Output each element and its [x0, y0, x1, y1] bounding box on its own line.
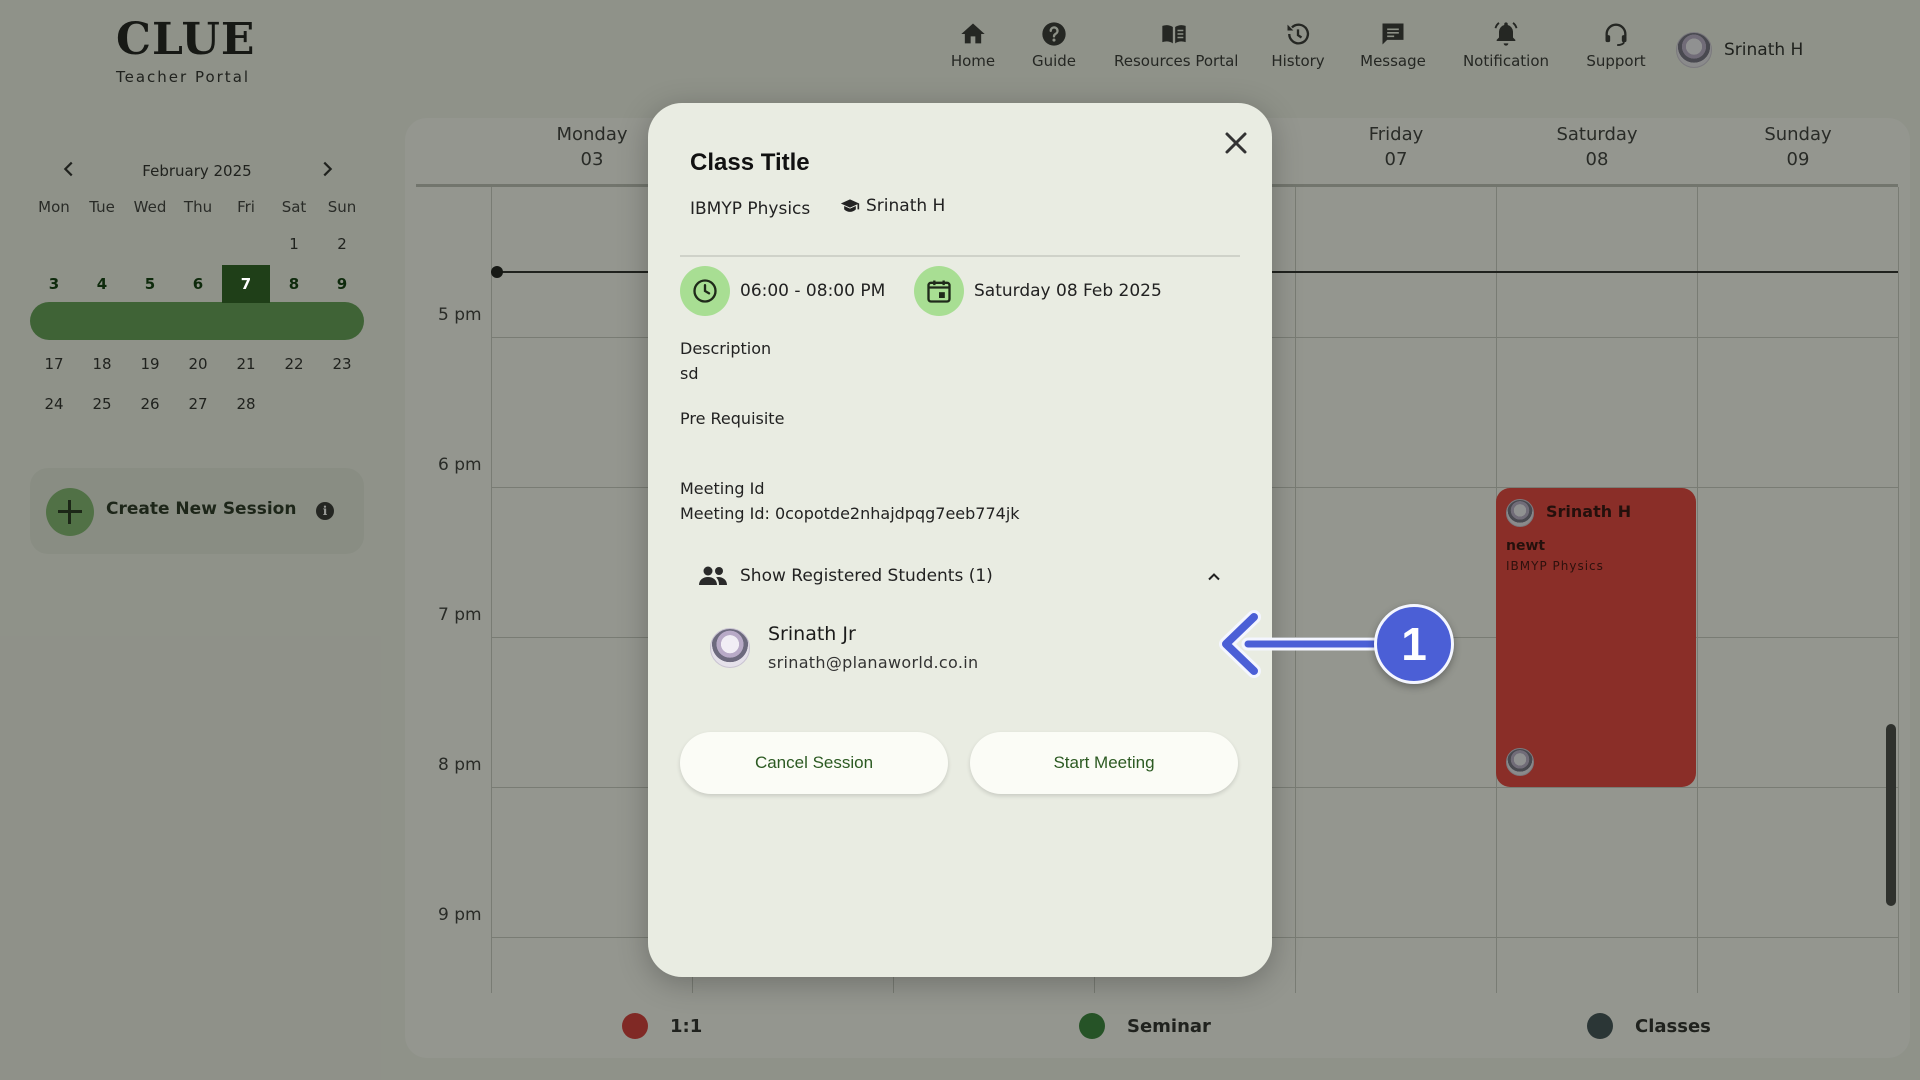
- prerequisite-label: Pre Requisite: [680, 409, 785, 428]
- description-value: sd: [680, 364, 699, 383]
- avatar: [710, 628, 750, 668]
- graduation-cap-icon: [840, 199, 860, 212]
- registered-students-label: Show Registered Students (1): [740, 566, 993, 586]
- calendar-day-today[interactable]: 7: [222, 265, 270, 303]
- registered-students-toggle[interactable]: Show Registered Students (1): [698, 559, 1228, 595]
- calendar-day[interactable]: 5: [126, 264, 174, 304]
- course-name: IBMYP Physics: [690, 199, 811, 219]
- modal-title: Class Title: [690, 149, 810, 176]
- calendar-day[interactable]: 8: [270, 264, 318, 304]
- description-label: Description: [680, 339, 772, 358]
- calendar-day[interactable]: 9: [318, 264, 366, 304]
- modal-divider: [680, 255, 1240, 257]
- calendar-day[interactable]: 4: [78, 264, 126, 304]
- teacher-name: Srinath H: [866, 196, 946, 216]
- calendar-day[interactable]: 3: [30, 264, 78, 304]
- time-badge: [680, 266, 730, 316]
- calendar-icon: [927, 280, 951, 303]
- chevron-up-icon[interactable]: [1204, 567, 1224, 587]
- class-details-modal: Class Title IBMYP Physics Srinath H 06:0…: [648, 103, 1272, 977]
- clock-icon: [693, 279, 717, 303]
- student-name: Srinath Jr: [768, 623, 856, 645]
- callout-arrow: [1219, 610, 1386, 678]
- close-icon[interactable]: [1218, 125, 1254, 161]
- session-date: Saturday 08 Feb 2025: [974, 281, 1162, 301]
- people-icon: [699, 566, 727, 585]
- registered-student[interactable]: Srinath Jr srinath@planaworld.co.in: [710, 620, 1130, 680]
- cancel-session-button[interactable]: Cancel Session: [680, 732, 948, 794]
- meeting-id-label: Meeting Id: [680, 479, 765, 498]
- date-badge: [914, 266, 964, 316]
- teacher-name-row: Srinath H: [840, 196, 945, 216]
- student-email: srinath@planaworld.co.in: [768, 653, 979, 672]
- callout-number-badge: 1: [1374, 604, 1454, 684]
- calendar-day[interactable]: 6: [174, 264, 222, 304]
- meeting-id-value: Meeting Id: 0copotde2nhajdpqg7eeb774jk: [680, 504, 1020, 523]
- session-time: 06:00 - 08:00 PM: [740, 281, 886, 301]
- start-meeting-button[interactable]: Start Meeting: [970, 732, 1238, 794]
